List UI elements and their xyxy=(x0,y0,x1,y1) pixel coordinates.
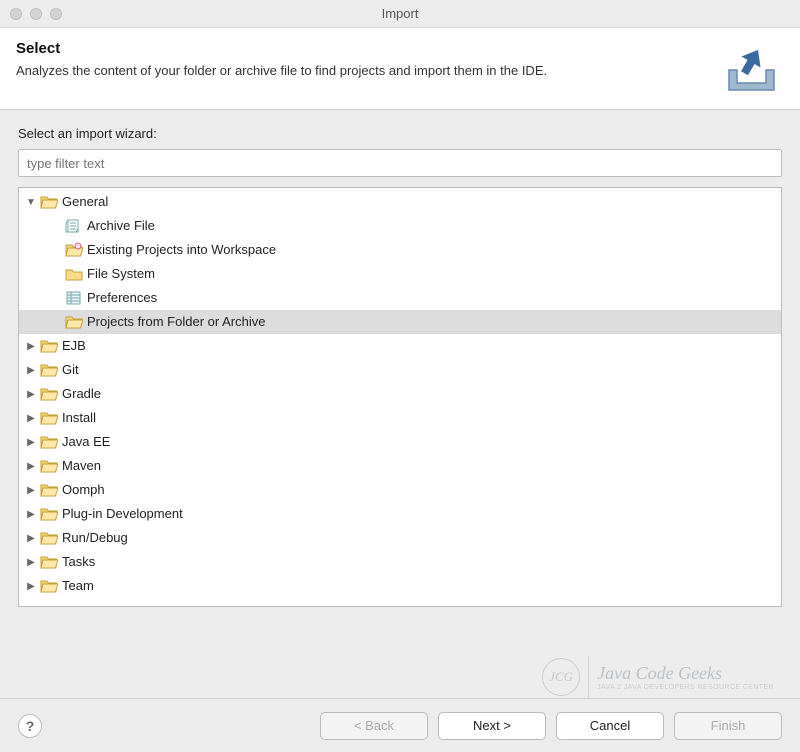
tree-item-label: Existing Projects into Workspace xyxy=(87,238,276,262)
filter-input[interactable] xyxy=(18,149,782,177)
dialog-footer: ? < Back Next > Cancel Finish xyxy=(0,698,800,752)
tree-category-tasks[interactable]: ▶ Tasks xyxy=(19,550,781,574)
chevron-right-icon[interactable]: ▶ xyxy=(25,556,37,568)
folder-open-icon xyxy=(40,554,58,570)
tree-category-team[interactable]: ▶ Team xyxy=(19,574,781,598)
tree-item-label: Plug-in Development xyxy=(62,502,183,526)
chevron-right-icon[interactable]: ▶ xyxy=(25,484,37,496)
filter-label: Select an import wizard: xyxy=(18,126,782,141)
window-title: Import xyxy=(382,6,419,21)
tree-category-general[interactable]: ▼ General xyxy=(19,190,781,214)
tree-item-label: File System xyxy=(87,262,155,286)
page-title: Select xyxy=(16,40,547,57)
back-button[interactable]: < Back xyxy=(320,712,428,740)
folder-open-icon xyxy=(40,386,58,402)
folder-open-icon xyxy=(65,314,83,330)
archive-icon xyxy=(65,218,83,234)
tree-category-install[interactable]: ▶ Install xyxy=(19,406,781,430)
tree-category-ejb[interactable]: ▶ EJB xyxy=(19,334,781,358)
tree-item-label: Tasks xyxy=(62,550,95,574)
minimize-window-button[interactable] xyxy=(30,8,42,20)
watermark-title: Java Code Geeks xyxy=(597,663,774,684)
folder-open-icon xyxy=(40,506,58,522)
folder-open-icon xyxy=(40,338,58,354)
folder-open-icon xyxy=(40,458,58,474)
tree-item-label: Git xyxy=(62,358,79,382)
folder-open-icon xyxy=(40,578,58,594)
chevron-right-icon[interactable]: ▶ xyxy=(25,460,37,472)
tree-item-label: EJB xyxy=(62,334,86,358)
tree-item-label: Run/Debug xyxy=(62,526,128,550)
tree-item-label: Install xyxy=(62,406,96,430)
tree-category-git[interactable]: ▶ Git xyxy=(19,358,781,382)
cancel-button[interactable]: Cancel xyxy=(556,712,664,740)
close-window-button[interactable] xyxy=(10,8,22,20)
chevron-right-icon[interactable]: ▶ xyxy=(25,532,37,544)
dialog-body: Select an import wizard: ▼ General Archi… xyxy=(0,110,800,617)
tree-item-label: Java EE xyxy=(62,430,110,454)
chevron-right-icon[interactable]: ▶ xyxy=(25,340,37,352)
tree-item-label: Archive File xyxy=(87,214,155,238)
tree-category-oomph[interactable]: ▶ Oomph xyxy=(19,478,781,502)
watermark: JCG Java Code Geeks Java 2 Java Develope… xyxy=(542,656,774,698)
dialog-header: Select Analyzes the content of your fold… xyxy=(0,28,800,110)
tree-item-label: Maven xyxy=(62,454,101,478)
import-wizard-tree: ▼ General Archive File Existing Projects… xyxy=(18,187,782,607)
tree-item-label: Projects from Folder or Archive xyxy=(87,310,265,334)
chevron-right-icon[interactable]: ▶ xyxy=(25,508,37,520)
tree-item-label: Gradle xyxy=(62,382,101,406)
finish-button[interactable]: Finish xyxy=(674,712,782,740)
folder-open-icon xyxy=(65,242,83,258)
tree-category-maven[interactable]: ▶ Maven xyxy=(19,454,781,478)
watermark-subtitle: Java 2 Java Developers Resource Center xyxy=(597,684,774,691)
tree-category-java-ee[interactable]: ▶ Java EE xyxy=(19,430,781,454)
tree-item-projects-from-folder[interactable]: Projects from Folder or Archive xyxy=(19,310,781,334)
tree-item-label: Team xyxy=(62,574,94,598)
tree-item-label: Oomph xyxy=(62,478,105,502)
chevron-right-icon[interactable]: ▶ xyxy=(25,388,37,400)
tree-item-label: General xyxy=(62,190,108,214)
chevron-right-icon[interactable]: ▶ xyxy=(25,436,37,448)
zoom-window-button[interactable] xyxy=(50,8,62,20)
tree-item-file-system[interactable]: File System xyxy=(19,262,781,286)
titlebar: Import xyxy=(0,0,800,28)
chevron-right-icon[interactable]: ▶ xyxy=(25,580,37,592)
tree-item-existing-projects[interactable]: Existing Projects into Workspace xyxy=(19,238,781,262)
chevron-down-icon[interactable]: ▼ xyxy=(25,196,37,208)
chevron-right-icon[interactable]: ▶ xyxy=(25,364,37,376)
tree-item-label: Preferences xyxy=(87,286,157,310)
tree-category-gradle[interactable]: ▶ Gradle xyxy=(19,382,781,406)
page-description: Analyzes the content of your folder or a… xyxy=(16,63,547,78)
folder-open-icon xyxy=(40,194,58,210)
preferences-icon xyxy=(65,290,83,306)
folder-open-icon xyxy=(40,410,58,426)
next-button[interactable]: Next > xyxy=(438,712,546,740)
import-icon xyxy=(714,40,784,95)
folder-icon xyxy=(65,266,83,282)
folder-open-icon xyxy=(40,434,58,450)
tree-item-preferences[interactable]: Preferences xyxy=(19,286,781,310)
watermark-badge: JCG xyxy=(542,658,580,696)
folder-open-icon xyxy=(40,362,58,378)
tree-category-run-debug[interactable]: ▶ Run/Debug xyxy=(19,526,781,550)
tree-item-archive-file[interactable]: Archive File xyxy=(19,214,781,238)
tree-scroll[interactable]: ▼ General Archive File Existing Projects… xyxy=(19,188,781,606)
help-button[interactable]: ? xyxy=(18,714,42,738)
folder-open-icon xyxy=(40,482,58,498)
tree-category-plugin-dev[interactable]: ▶ Plug-in Development xyxy=(19,502,781,526)
window-controls xyxy=(10,8,62,20)
folder-open-icon xyxy=(40,530,58,546)
chevron-right-icon[interactable]: ▶ xyxy=(25,412,37,424)
